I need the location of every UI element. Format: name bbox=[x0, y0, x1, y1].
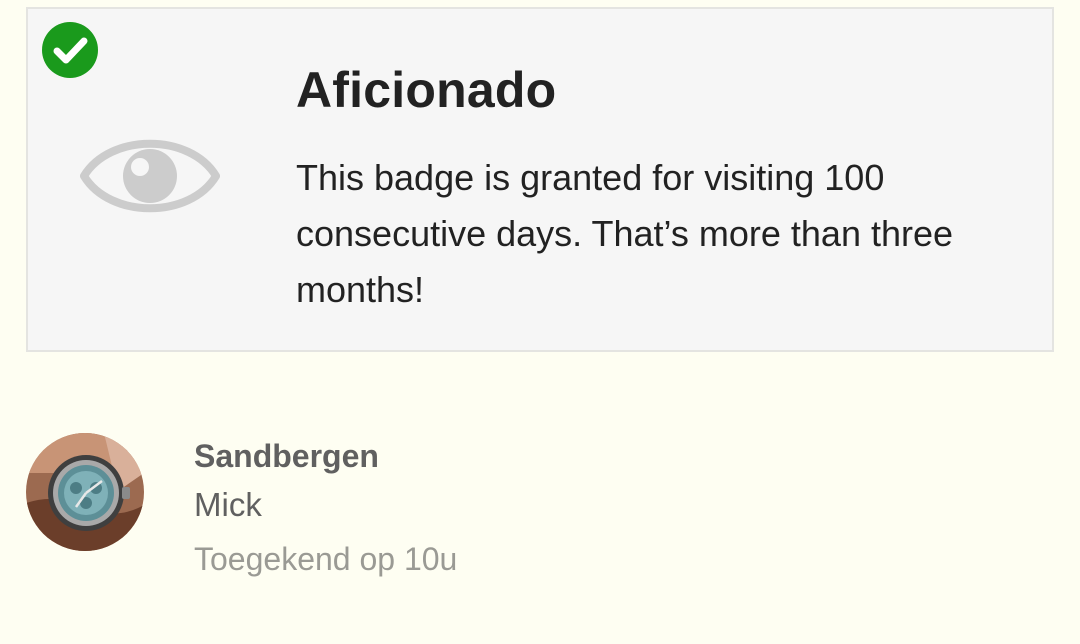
badge-title: Aficionado bbox=[296, 62, 557, 118]
granted-user-entry[interactable]: Sandbergen Mick Toegekend op 10u bbox=[26, 432, 1054, 592]
check-circle-icon bbox=[42, 22, 98, 78]
granted-time: Toegekend op 10u bbox=[194, 541, 458, 577]
badge-description: This badge is granted for visiting 100 c… bbox=[296, 157, 954, 310]
display-name: Mick bbox=[194, 486, 262, 523]
avatar[interactable] bbox=[26, 433, 144, 551]
username[interactable]: Sandbergen bbox=[194, 438, 379, 475]
badge-card: Aficionado This badge is granted for vis… bbox=[26, 7, 1054, 352]
badge-page: Aficionado This badge is granted for vis… bbox=[0, 0, 1080, 644]
eye-icon bbox=[80, 139, 220, 213]
wristwatch-photo bbox=[26, 433, 144, 551]
